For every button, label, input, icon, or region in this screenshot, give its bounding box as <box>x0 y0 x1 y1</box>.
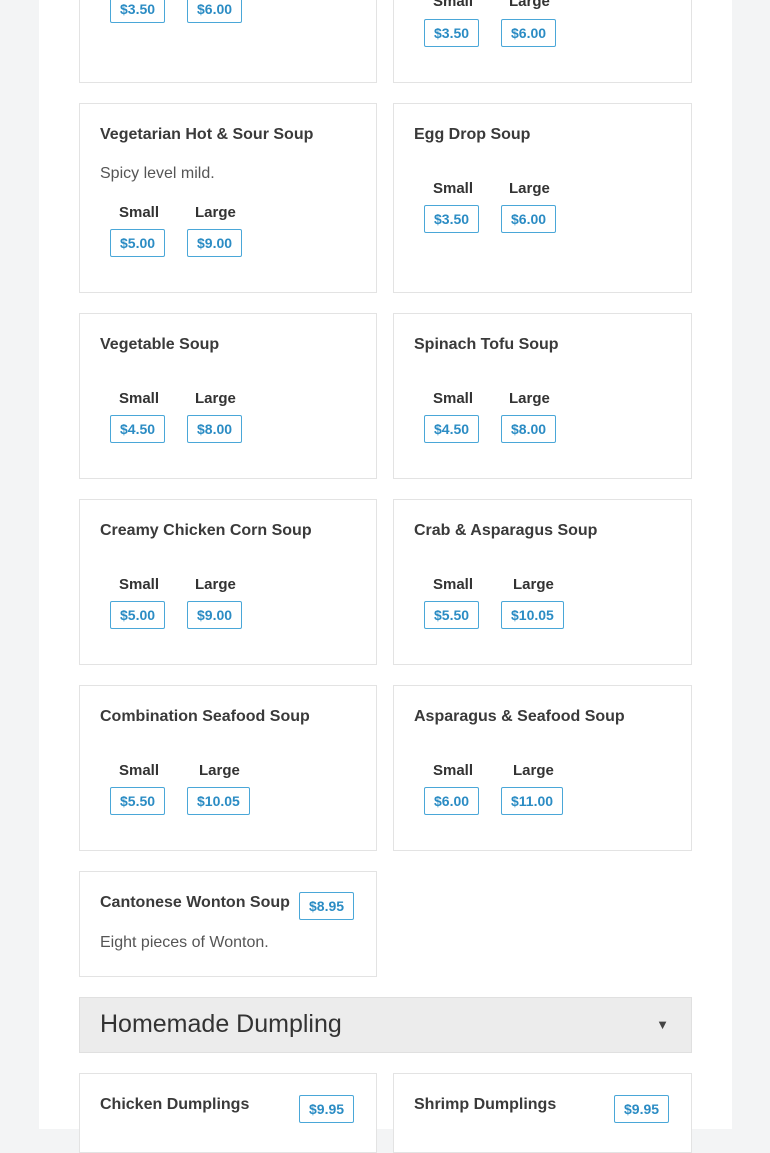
price-button-small[interactable]: $4.50 <box>424 415 480 443</box>
size-label-small: Small <box>433 390 474 407</box>
size-label-small: Small <box>119 204 160 221</box>
menu-item-card[interactable]: Combination Seafood Soup Small Large $5.… <box>79 685 377 851</box>
item-title: Combination Seafood Soup <box>100 708 310 725</box>
size-label-small: Small <box>433 576 474 593</box>
menu-item-card[interactable]: Creamy Chicken Corn Soup Small Large $5.… <box>79 499 377 665</box>
menu-item-card[interactable]: Cantonese Wonton Soup $8.95 Eight pieces… <box>79 871 377 977</box>
item-description: Spicy level mild. <box>100 165 215 182</box>
price-button-small[interactable]: $5.50 <box>424 601 480 629</box>
item-title: Cantonese Wonton Soup <box>100 894 290 911</box>
price-button-large[interactable]: $10.05 <box>187 787 250 815</box>
size-label-large: Large <box>195 390 236 407</box>
menu-item-card[interactable]: Small Large $3.50 $6.00 <box>393 0 692 83</box>
section-title: Homemade Dumpling <box>100 1010 342 1038</box>
price-button-small[interactable]: $5.00 <box>110 601 166 629</box>
size-label-small: Small <box>119 576 160 593</box>
price-button-large[interactable]: $8.00 <box>501 415 557 443</box>
size-label-small: Small <box>119 390 160 407</box>
menu-item-card[interactable]: Vegetarian Hot & Sour Soup Spicy level m… <box>79 103 377 293</box>
section-header-homemade-dumpling[interactable]: Homemade Dumpling ▼ <box>79 997 692 1053</box>
size-label-large: Large <box>513 762 554 779</box>
price-button-large[interactable]: $6.00 <box>501 19 557 47</box>
size-label-large: Large <box>195 576 236 593</box>
size-label-large: Large <box>509 0 550 10</box>
item-title: Asparagus & Seafood Soup <box>414 708 625 725</box>
size-label-small: Small <box>433 0 474 10</box>
menu-item-card[interactable]: Vegetable Soup Small Large $4.50 $8.00 <box>79 313 377 479</box>
price-button-large[interactable]: $9.00 <box>187 229 243 257</box>
price-button[interactable]: $8.95 <box>299 892 355 920</box>
item-description: Eight pieces of Wonton. <box>100 934 269 951</box>
size-label-small: Small <box>433 180 474 197</box>
price-button-small[interactable]: $3.50 <box>110 0 166 23</box>
price-button-large[interactable]: $6.00 <box>501 205 557 233</box>
menu-item-card[interactable]: Spinach Tofu Soup Small Large $4.50 $8.0… <box>393 313 692 479</box>
item-title: Spinach Tofu Soup <box>414 336 559 353</box>
item-title: Chicken Dumplings <box>100 1096 250 1113</box>
menu-item-card[interactable]: Chicken Dumplings $9.95 <box>79 1073 377 1153</box>
size-label-large: Large <box>195 204 236 221</box>
price-button-large[interactable]: $9.00 <box>187 601 243 629</box>
price-button[interactable]: $9.95 <box>299 1095 355 1123</box>
price-button-small[interactable]: $5.00 <box>110 229 166 257</box>
size-label-large: Large <box>509 390 550 407</box>
item-title: Creamy Chicken Corn Soup <box>100 522 312 539</box>
price-button-small[interactable]: $4.50 <box>110 415 166 443</box>
menu-item-card[interactable]: Shrimp Dumplings $9.95 <box>393 1073 692 1153</box>
item-title: Vegetarian Hot & Sour Soup <box>100 126 314 143</box>
price-button-large[interactable]: $6.00 <box>187 0 243 23</box>
item-title: Egg Drop Soup <box>414 126 531 143</box>
price-button[interactable]: $9.95 <box>614 1095 670 1123</box>
item-title: Shrimp Dumplings <box>414 1096 557 1113</box>
menu-item-card[interactable]: Crab & Asparagus Soup Small Large $5.50 … <box>393 499 692 665</box>
chevron-down-icon[interactable]: ▼ <box>656 1017 669 1032</box>
price-button-large[interactable]: $10.05 <box>501 601 564 629</box>
menu-item-card[interactable]: $3.50 $6.00 <box>79 0 377 83</box>
price-button-large[interactable]: $11.00 <box>501 787 564 815</box>
item-title: Vegetable Soup <box>100 336 220 353</box>
price-button-large[interactable]: $8.00 <box>187 415 243 443</box>
size-label-small: Small <box>119 762 160 779</box>
size-label-large: Large <box>199 762 240 779</box>
price-button-small[interactable]: $6.00 <box>424 787 480 815</box>
price-button-small[interactable]: $3.50 <box>424 19 480 47</box>
price-button-small[interactable]: $3.50 <box>424 205 480 233</box>
size-label-large: Large <box>513 576 554 593</box>
size-label-small: Small <box>433 762 474 779</box>
menu-item-card[interactable]: Asparagus & Seafood Soup Small Large $6.… <box>393 685 692 851</box>
menu-item-card[interactable]: Egg Drop Soup Small Large $3.50 $6.00 <box>393 103 692 293</box>
size-label-large: Large <box>509 180 550 197</box>
price-button-small[interactable]: $5.50 <box>110 787 166 815</box>
item-title: Crab & Asparagus Soup <box>414 522 598 539</box>
